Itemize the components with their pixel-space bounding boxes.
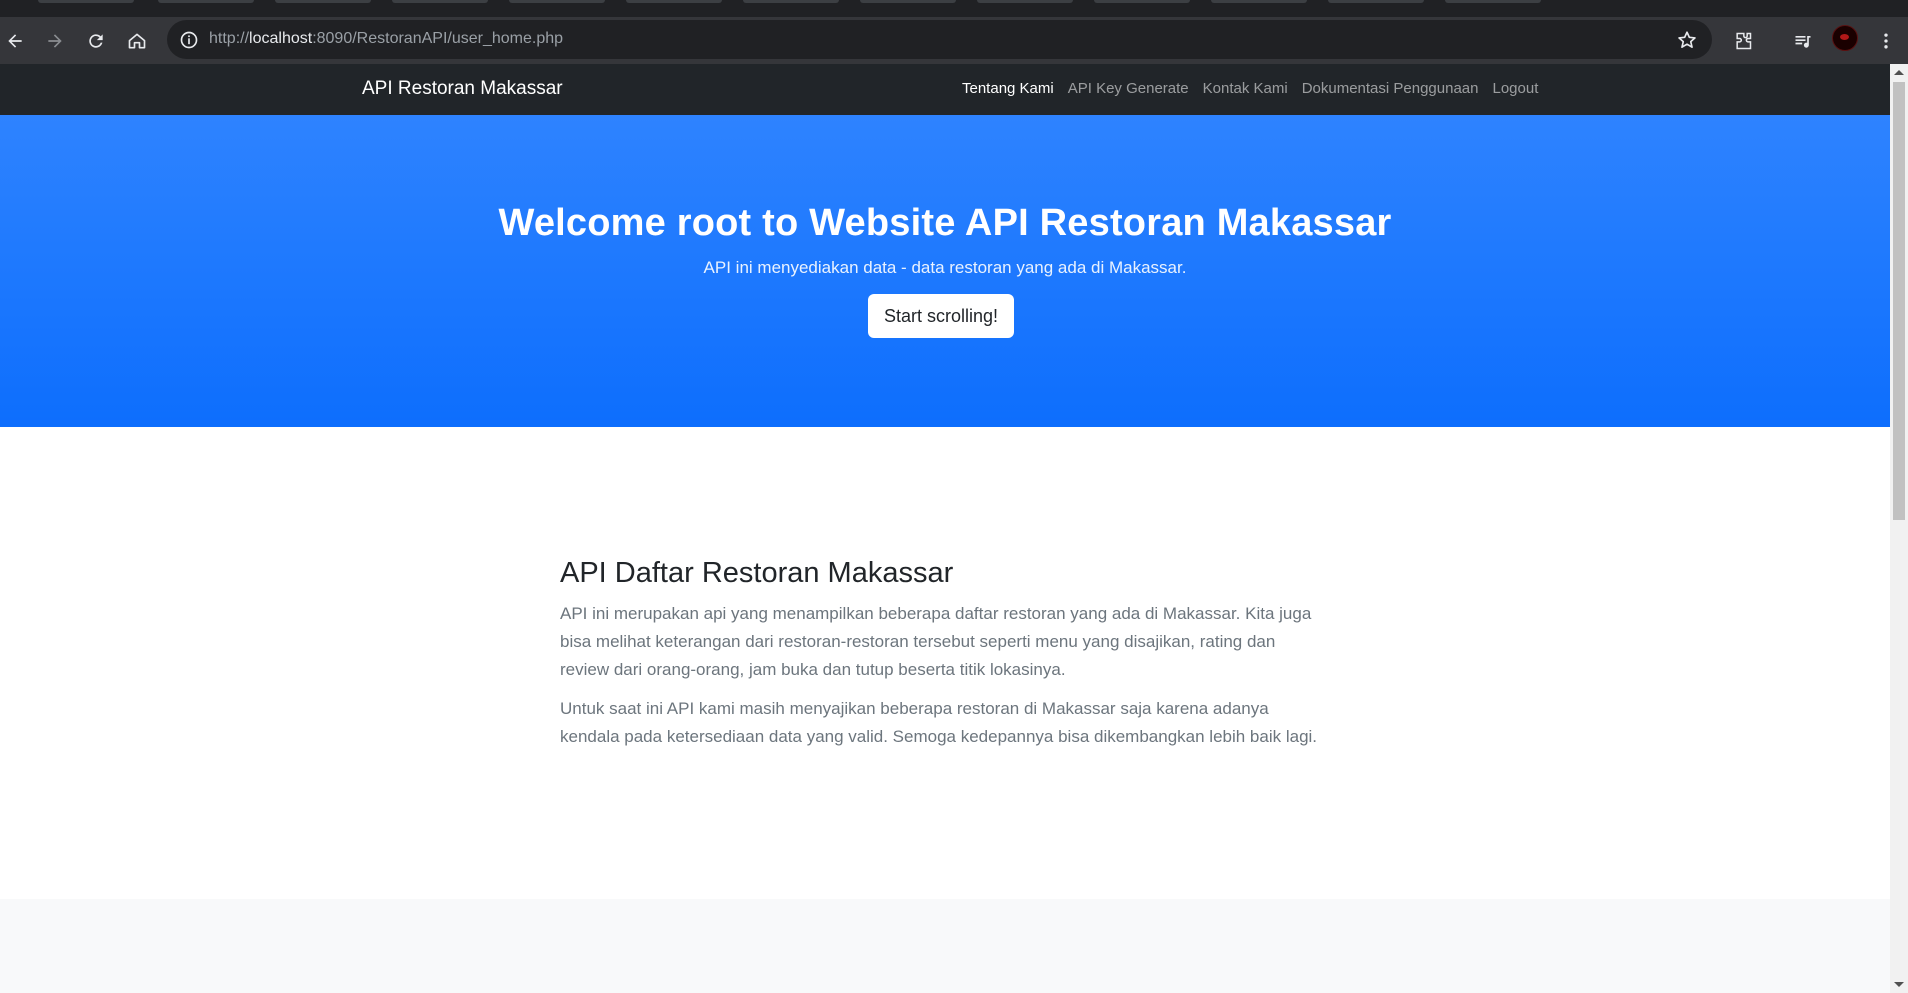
hero-subtitle: API ini menyediakan data - data restoran… [703, 258, 1187, 277]
navbar-links: Tentang Kami API Key Generate Kontak Kam… [962, 80, 1552, 97]
about-paragraph-2: Untuk saat ini API kami masih menyajikan… [560, 699, 1318, 746]
nav-link-kontak-kami[interactable]: Kontak Kami [1203, 80, 1288, 97]
site-info-icon[interactable] [179, 30, 199, 50]
site-navbar: API Restoran Makassar Tentang Kami API K… [0, 64, 1890, 115]
hero-title: Welcome root to Website API Restoran Mak… [498, 202, 1392, 244]
start-scrolling-button[interactable]: Start scrolling! [868, 294, 1014, 338]
browser-tab[interactable] [275, 0, 371, 3]
media-control-icon[interactable] [1789, 27, 1817, 55]
browser-tab[interactable] [743, 0, 839, 3]
nav-link-tentang-kami[interactable]: Tentang Kami [962, 80, 1054, 97]
scroll-down-arrow-icon[interactable] [1894, 982, 1904, 987]
reload-icon[interactable] [82, 27, 110, 55]
forward-icon[interactable] [41, 27, 69, 55]
page-scrollbar[interactable] [1890, 64, 1908, 993]
nav-link-api-key-generate[interactable]: API Key Generate [1068, 80, 1189, 97]
browser-tab[interactable] [1094, 0, 1190, 3]
url-text[interactable]: http://localhost:8090/RestoranAPI/user_h… [209, 30, 563, 48]
url-host: localhost [249, 30, 313, 47]
address-bar[interactable]: http://localhost:8090/RestoranAPI/user_h… [167, 20, 1712, 59]
menu-dots-icon[interactable] [1872, 27, 1900, 55]
browser-tab[interactable] [509, 0, 605, 3]
navbar-brand[interactable]: API Restoran Makassar [362, 78, 563, 100]
home-icon[interactable] [123, 27, 151, 55]
browser-tab[interactable] [1328, 0, 1424, 3]
about-heading: API Daftar Restoran Makassar [560, 557, 954, 589]
nav-link-logout[interactable]: Logout [1492, 80, 1538, 97]
browser-tab[interactable] [860, 0, 956, 3]
hero-section: Welcome root to Website API Restoran Mak… [0, 115, 1890, 427]
about-paragraph-1: API ini merupakan api yang menampilkan b… [560, 604, 1312, 679]
nav-link-dokumentasi-penggunaan[interactable]: Dokumentasi Penggunaan [1302, 80, 1479, 97]
extensions-icon[interactable] [1729, 27, 1757, 55]
scroll-up-arrow-icon[interactable] [1894, 70, 1904, 75]
profile-avatar[interactable] [1832, 25, 1858, 51]
about-section: API Daftar Restoran Makassar API ini mer… [0, 427, 1890, 899]
browser-tab[interactable] [392, 0, 488, 3]
back-icon[interactable] [1, 27, 29, 55]
browser-toolbar: http://localhost:8090/RestoranAPI/user_h… [0, 17, 1908, 65]
browser-tab[interactable] [1211, 0, 1307, 3]
browser-tab[interactable] [158, 0, 254, 3]
browser-tab[interactable] [626, 0, 722, 3]
url-path: :8090/RestoranAPI/user_home.php [312, 30, 564, 47]
tab-strip [0, 0, 1908, 17]
page-viewport: API Restoran Makassar Tentang Kami API K… [0, 64, 1890, 993]
browser-tab[interactable] [1445, 0, 1541, 3]
browser-tab[interactable] [977, 0, 1073, 3]
scrollbar-thumb[interactable] [1893, 82, 1905, 520]
browser-tab[interactable] [38, 0, 134, 3]
bookmark-star-icon[interactable] [1676, 29, 1698, 51]
next-section [0, 899, 1890, 993]
url-prefix: http:// [209, 30, 250, 47]
